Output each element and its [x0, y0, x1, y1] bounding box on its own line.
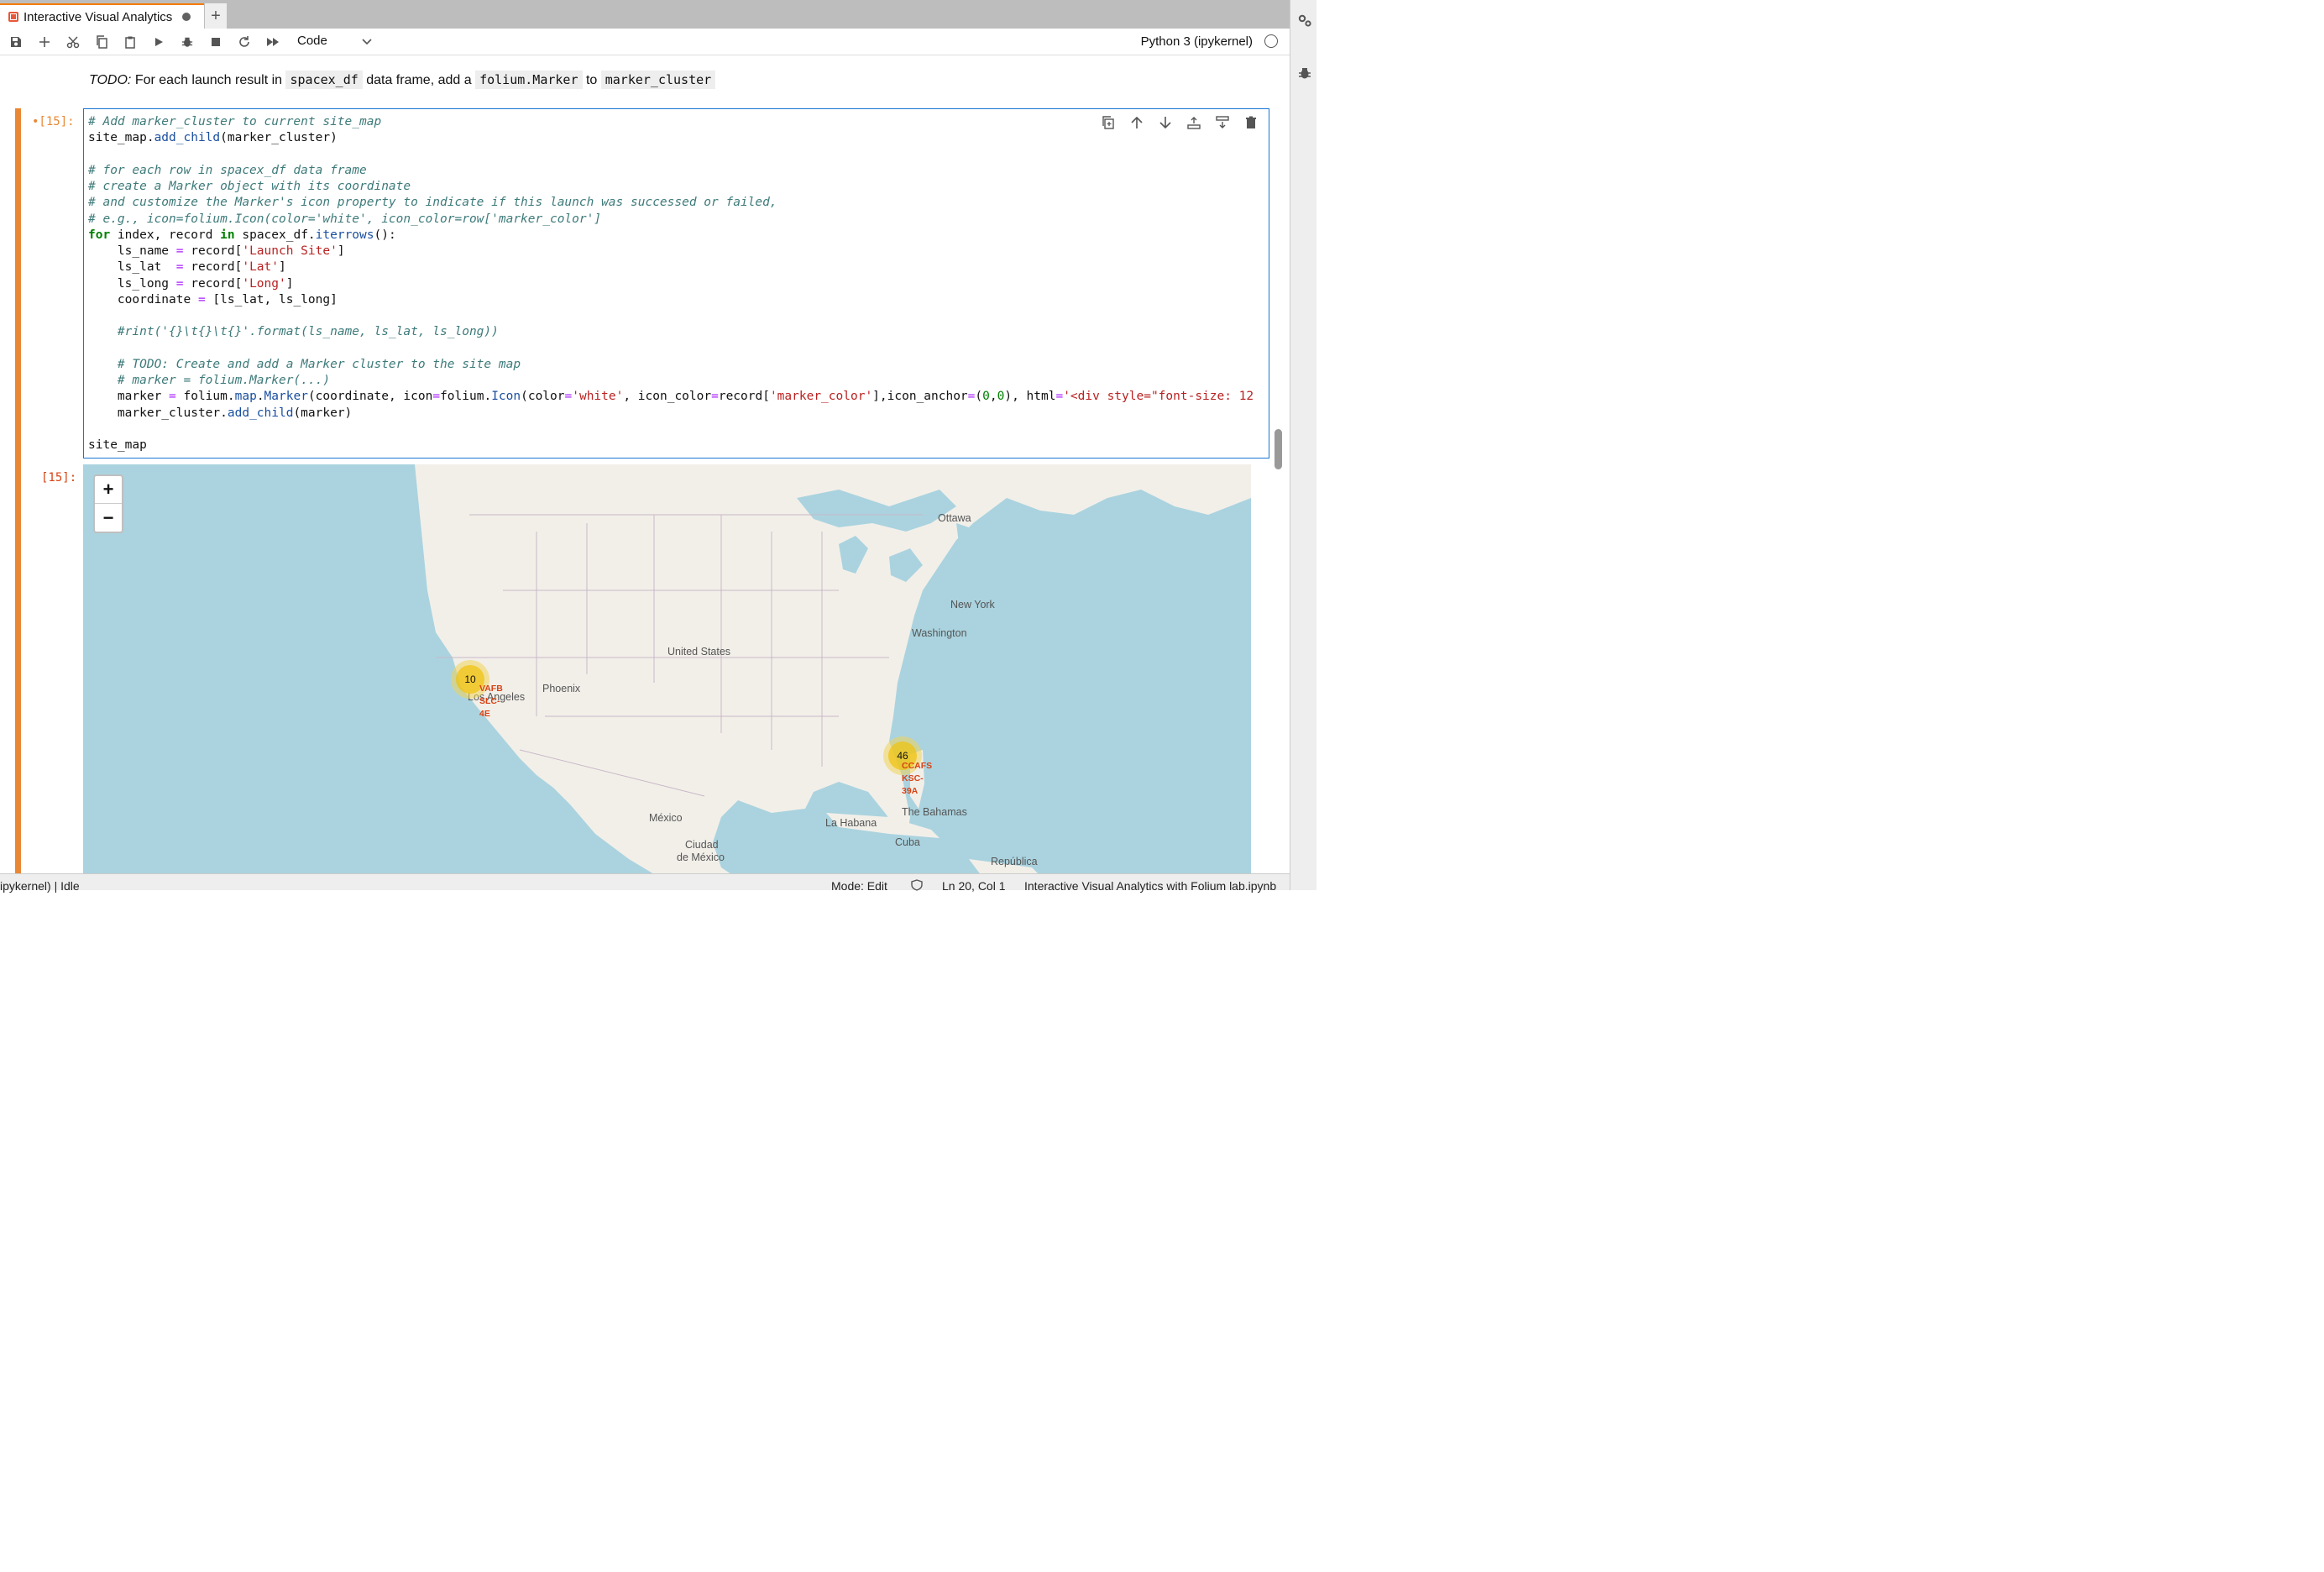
cut-icon[interactable]	[64, 34, 82, 50]
todo-label: TODO:	[89, 73, 132, 87]
restart-icon[interactable]	[235, 34, 254, 50]
save-icon[interactable]	[7, 34, 25, 50]
zoom-control: + −	[93, 474, 123, 533]
notebook-toolbar: Code Python 3 (ipykernel)	[0, 29, 1290, 55]
stop-icon[interactable]	[207, 34, 225, 50]
site-label: 39A	[902, 786, 919, 796]
scrollbar-thumb[interactable]	[1275, 429, 1282, 469]
cell-type-select[interactable]: Code	[297, 34, 327, 48]
delete-cell-icon[interactable]	[1242, 114, 1260, 131]
move-up-icon[interactable]	[1128, 114, 1146, 131]
right-sidebar	[1290, 0, 1316, 890]
kernel-status-icon	[1264, 34, 1278, 48]
kernel-name[interactable]: Python 3 (ipykernel)	[1141, 34, 1253, 49]
add-cell-icon[interactable]	[35, 34, 54, 50]
run-icon[interactable]	[149, 34, 168, 50]
md-text: For each launch result in	[134, 73, 283, 87]
shield-icon[interactable]	[910, 879, 924, 893]
map-label: Ottawa	[938, 512, 971, 524]
site-label: 4E	[479, 709, 490, 719]
code-text[interactable]: # Add marker_cluster to current site_map…	[88, 114, 1254, 453]
map-label: México	[649, 812, 683, 824]
zoom-in-button[interactable]: +	[95, 476, 122, 504]
debugger-icon[interactable]	[1297, 66, 1312, 81]
site-label: CCAFS	[902, 761, 933, 771]
tab-bar: Interactive Visual Analytics +	[0, 0, 1290, 29]
code-editor[interactable]: # Add marker_cluster to current site_map…	[83, 108, 1269, 458]
site-marker-label[interactable]: VAFB SLC- 4E	[479, 683, 503, 720]
notebook-tab[interactable]: Interactive Visual Analytics	[0, 3, 204, 29]
map-label: de México	[677, 852, 725, 863]
folium-map[interactable]: + − Ottawa New York Washington United St…	[83, 464, 1251, 873]
site-marker-label[interactable]: CCAFS KSC- 39A	[902, 760, 932, 798]
chevron-down-icon[interactable]	[361, 35, 373, 50]
markdown-cell[interactable]: TODO: For each launch result in spacex_d…	[89, 71, 716, 89]
map-label: Cuba	[895, 836, 920, 848]
status-bar: ipykernel) | Idle Mode: Edit Ln 20, Col …	[0, 873, 1290, 893]
map-label: La Habana	[825, 817, 877, 829]
zoom-out-button[interactable]: −	[95, 504, 122, 532]
unsaved-dot-icon[interactable]	[182, 13, 191, 21]
site-label: VAFB	[479, 684, 503, 694]
paste-icon[interactable]	[121, 34, 139, 50]
notebook-panel: TODO: For each launch result in spacex_d…	[0, 55, 1290, 873]
insert-below-icon[interactable]	[1213, 114, 1232, 131]
map-label: República	[991, 856, 1038, 867]
file-name: Interactive Visual Analytics with Folium…	[1024, 879, 1277, 893]
insert-above-icon[interactable]	[1185, 114, 1203, 131]
output-prompt: [15]:	[41, 471, 77, 485]
site-label: SLC-	[479, 696, 500, 706]
map-label: New York	[950, 599, 995, 610]
active-cell-indicator[interactable]	[15, 108, 21, 873]
md-text: to	[585, 73, 598, 87]
cell-toolbar	[1099, 114, 1260, 131]
site-label: KSC-	[902, 773, 924, 783]
kernel-status[interactable]: ipykernel) | Idle	[0, 879, 80, 893]
md-code: marker_cluster	[600, 71, 716, 89]
move-down-icon[interactable]	[1156, 114, 1175, 131]
notebook-icon	[8, 12, 18, 22]
mode-status[interactable]: Mode: Edit	[831, 879, 887, 893]
map-label: Ciudad	[685, 839, 719, 851]
map-label: United States	[667, 646, 731, 658]
copy-icon[interactable]	[92, 34, 111, 50]
property-inspector-icon[interactable]	[1297, 13, 1312, 29]
fast-forward-icon[interactable]	[264, 34, 282, 50]
map-label: Phoenix	[542, 683, 581, 694]
tab-title: Interactive Visual Analytics	[24, 9, 173, 24]
duplicate-cell-icon[interactable]	[1099, 114, 1118, 131]
new-tab-button[interactable]: +	[205, 3, 227, 29]
map-label: Washington	[912, 627, 967, 639]
md-text: data frame, add a	[366, 73, 472, 87]
md-code: spacex_df	[285, 71, 363, 89]
map-label: The Bahamas	[902, 806, 967, 818]
debug-icon[interactable]	[178, 34, 196, 50]
input-prompt: •[15]:	[32, 115, 75, 128]
cursor-position[interactable]: Ln 20, Col 1	[942, 879, 1006, 893]
md-code: folium.Marker	[475, 71, 583, 89]
